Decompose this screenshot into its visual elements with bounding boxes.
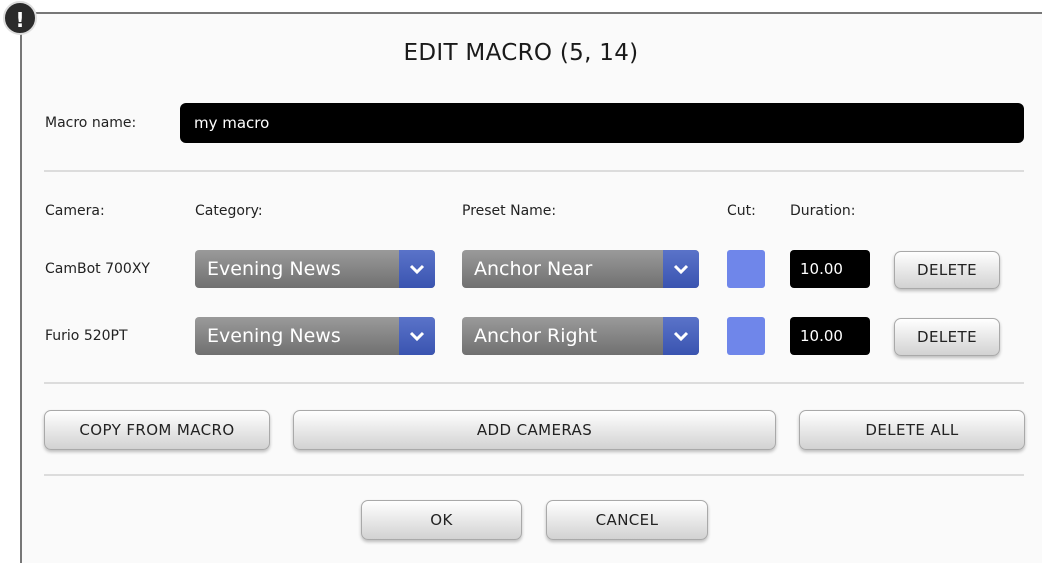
camera-name: CamBot 700XY xyxy=(45,261,150,277)
divider xyxy=(44,170,1024,172)
macro-name-label: Macro name: xyxy=(45,115,137,131)
add-cameras-button[interactable]: ADD CAMERAS xyxy=(293,410,776,450)
preset-name-header: Preset Name: xyxy=(462,203,557,219)
category-dropdown[interactable]: Evening News xyxy=(195,317,435,355)
cut-header: Cut: xyxy=(727,203,756,219)
category-header: Category: xyxy=(195,203,263,219)
cut-toggle[interactable] xyxy=(727,317,765,355)
chevron-down-icon[interactable] xyxy=(399,250,435,288)
chevron-down-icon[interactable] xyxy=(399,317,435,355)
ok-button[interactable]: OK xyxy=(361,500,522,540)
cancel-button[interactable]: CANCEL xyxy=(546,500,708,540)
preset-dropdown[interactable]: Anchor Right xyxy=(462,317,699,355)
divider xyxy=(44,474,1024,476)
dialog-title: EDIT MACRO (5, 14) xyxy=(403,40,639,66)
preset-dropdown[interactable]: Anchor Near xyxy=(462,250,699,288)
delete-button[interactable]: DELETE xyxy=(894,251,1000,289)
alert-icon: ! xyxy=(3,1,37,35)
preset-value: Anchor Near xyxy=(474,258,593,280)
category-value: Evening News xyxy=(207,258,341,280)
delete-all-button[interactable]: DELETE ALL xyxy=(799,410,1025,450)
delete-button[interactable]: DELETE xyxy=(894,318,1000,356)
camera-header: Camera: xyxy=(45,203,105,219)
copy-from-macro-button[interactable]: COPY FROM MACRO xyxy=(44,410,270,450)
chevron-down-icon[interactable] xyxy=(663,317,699,355)
duration-input[interactable]: 10.00 xyxy=(790,317,870,355)
divider xyxy=(44,382,1024,384)
duration-input[interactable]: 10.00 xyxy=(790,250,870,288)
cut-toggle[interactable] xyxy=(727,250,765,288)
camera-name: Furio 520PT xyxy=(45,328,128,344)
duration-header: Duration: xyxy=(790,203,856,219)
category-value: Evening News xyxy=(207,325,341,347)
macro-name-input[interactable]: my macro xyxy=(180,103,1024,143)
chevron-down-icon[interactable] xyxy=(663,250,699,288)
category-dropdown[interactable]: Evening News xyxy=(195,250,435,288)
preset-value: Anchor Right xyxy=(474,325,598,347)
